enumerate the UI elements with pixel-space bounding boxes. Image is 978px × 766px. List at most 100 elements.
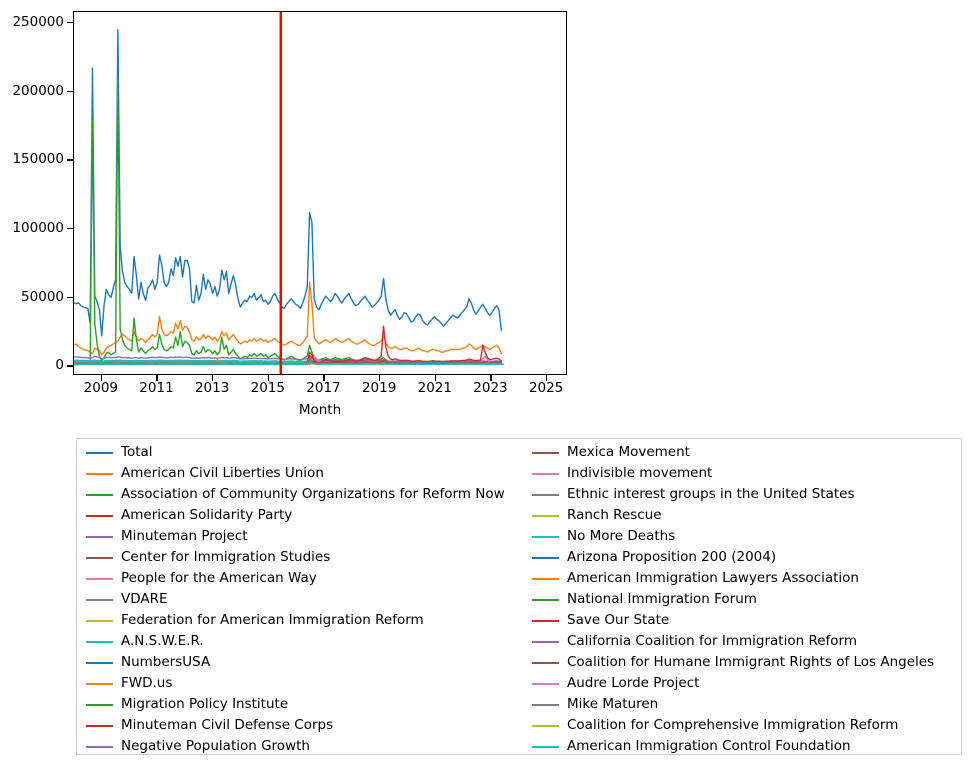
- x-tick-mark: [434, 375, 436, 381]
- legend-item[interactable]: Coalition for Comprehensive Immigration …: [532, 715, 934, 736]
- legend-line-swatch: [532, 514, 559, 517]
- legend-label: FWD.us: [121, 675, 173, 691]
- legend-label: Ranch Rescue: [567, 507, 662, 523]
- legend: Total American Civil Liberties Union Assoc…: [76, 438, 962, 755]
- figure-root: 0 50000 100000 150000 200000 250000 2009 2011 2…: [0, 0, 978, 766]
- legend-item[interactable]: A.N.S.W.E.R.: [86, 631, 505, 652]
- legend-label: American Immigration Lawyers Association: [567, 570, 859, 586]
- legend-line-swatch: [86, 577, 113, 580]
- legend-label: National Immigration Forum: [567, 591, 757, 607]
- legend-inner: Total American Civil Liberties Union Assoc…: [77, 439, 961, 754]
- legend-label: Indivisible movement: [567, 465, 713, 481]
- legend-label: Save Our State: [567, 612, 670, 628]
- legend-line-swatch: [86, 556, 113, 559]
- legend-item[interactable]: FWD.us: [86, 673, 505, 694]
- legend-item[interactable]: People for the American Way: [86, 568, 505, 589]
- legend-line-swatch: [532, 451, 559, 454]
- legend-item[interactable]: American Immigration Lawyers Association: [532, 568, 934, 589]
- legend-item[interactable]: American Civil Liberties Union: [86, 463, 505, 484]
- legend-line-swatch: [86, 493, 113, 496]
- legend-item[interactable]: No More Deaths: [532, 526, 934, 547]
- legend-label: American Solidarity Party: [121, 507, 293, 523]
- legend-label: Federation for American Immigration Refo…: [121, 612, 424, 628]
- legend-item[interactable]: American Solidarity Party: [86, 505, 505, 526]
- legend-line-swatch: [86, 451, 113, 454]
- legend-line-swatch: [532, 619, 559, 622]
- y-axis-ticks: 0 50000 100000 150000 200000 250000: [0, 0, 64, 390]
- legend-line-swatch: [532, 598, 559, 601]
- legend-item[interactable]: American Immigration Control Foundation: [532, 736, 934, 757]
- legend-label: Minuteman Project: [121, 528, 248, 544]
- legend-line-swatch: [532, 556, 559, 559]
- legend-item[interactable]: Coalition for Humane Immigrant Rights of…: [532, 652, 934, 673]
- legend-item[interactable]: Ethnic interest groups in the United Sta…: [532, 484, 934, 505]
- legend-item[interactable]: VDARE: [86, 589, 505, 610]
- legend-line-swatch: [532, 682, 559, 685]
- legend-item[interactable]: Migration Policy Institute: [86, 694, 505, 715]
- legend-label: American Civil Liberties Union: [121, 465, 324, 481]
- legend-line-swatch: [86, 745, 113, 748]
- y-tick-mark: [66, 21, 73, 24]
- legend-item[interactable]: Association of Community Organizations f…: [86, 484, 505, 505]
- legend-line-swatch: [86, 703, 113, 706]
- x-tick-label: 2025: [528, 380, 564, 396]
- x-tick-mark: [100, 375, 103, 381]
- x-tick-label: 2011: [139, 380, 174, 396]
- legend-item[interactable]: Minuteman Project: [86, 526, 505, 547]
- x-tick-mark: [546, 375, 548, 381]
- legend-item[interactable]: Total: [86, 442, 505, 463]
- legend-label: Mexica Movement: [567, 444, 690, 460]
- y-tick-label: 250000: [12, 13, 64, 30]
- legend-item[interactable]: Audre Lorde Project: [532, 673, 934, 694]
- x-tick-mark: [267, 375, 269, 381]
- y-tick-label: 50000: [21, 288, 64, 305]
- legend-line-swatch: [86, 640, 113, 643]
- legend-item[interactable]: Minuteman Civil Defense Corps: [86, 715, 505, 736]
- x-tick-label: 2019: [361, 380, 397, 396]
- legend-label: California Coalition for Immigration Ref…: [567, 633, 857, 649]
- legend-item[interactable]: Mexica Movement: [532, 442, 934, 463]
- legend-column-left: Total American Civil Liberties Union Assoc…: [86, 442, 505, 757]
- legend-item[interactable]: Mike Maturen: [532, 694, 934, 715]
- legend-line-swatch: [532, 493, 559, 496]
- legend-label: No More Deaths: [567, 528, 676, 544]
- legend-label: Migration Policy Institute: [121, 696, 289, 712]
- legend-item[interactable]: Arizona Proposition 200 (2004): [532, 547, 934, 568]
- legend-line-swatch: [86, 661, 113, 664]
- y-tick-label: 150000: [12, 151, 64, 168]
- legend-line-swatch: [532, 535, 559, 538]
- plot-area: [73, 11, 567, 375]
- y-tick-mark: [66, 228, 73, 230]
- legend-line-swatch: [532, 703, 559, 706]
- legend-column-right: Mexica Movement Indivisible movement Ethni…: [532, 442, 934, 757]
- legend-label: Coalition for Comprehensive Immigration …: [567, 717, 899, 733]
- legend-label: Arizona Proposition 200 (2004): [567, 549, 777, 565]
- legend-item[interactable]: Save Our State: [532, 610, 934, 631]
- legend-label: Ethnic interest groups in the United Sta…: [567, 486, 855, 502]
- legend-item[interactable]: Federation for American Immigration Refo…: [86, 610, 505, 631]
- legend-item[interactable]: NumbersUSA: [86, 652, 505, 673]
- legend-line-swatch: [86, 514, 113, 517]
- x-tick-mark: [212, 375, 214, 381]
- legend-label: Association of Community Organizations f…: [121, 486, 505, 502]
- x-tick-mark: [323, 375, 325, 381]
- legend-item[interactable]: Negative Population Growth: [86, 736, 505, 757]
- y-tick-mark: [66, 90, 73, 92]
- legend-item[interactable]: Center for Immigration Studies: [86, 547, 505, 568]
- legend-label: Mike Maturen: [567, 696, 659, 712]
- x-tick-label: 2009: [83, 380, 119, 396]
- legend-label: Audre Lorde Project: [567, 675, 700, 691]
- x-tick-mark: [490, 375, 492, 381]
- legend-item[interactable]: California Coalition for Immigration Ref…: [532, 631, 934, 652]
- legend-line-swatch: [532, 472, 559, 475]
- y-tick-mark: [66, 296, 73, 298]
- line-chart-svg: [74, 12, 505, 374]
- legend-item[interactable]: Ranch Rescue: [532, 505, 934, 526]
- legend-line-swatch: [532, 724, 559, 727]
- legend-line-swatch: [86, 535, 113, 538]
- legend-line-swatch: [532, 640, 559, 643]
- legend-item[interactable]: National Immigration Forum: [532, 589, 934, 610]
- legend-item[interactable]: Indivisible movement: [532, 463, 934, 484]
- legend-label: Minuteman Civil Defense Corps: [121, 717, 334, 733]
- y-tick-label: 100000: [12, 220, 64, 237]
